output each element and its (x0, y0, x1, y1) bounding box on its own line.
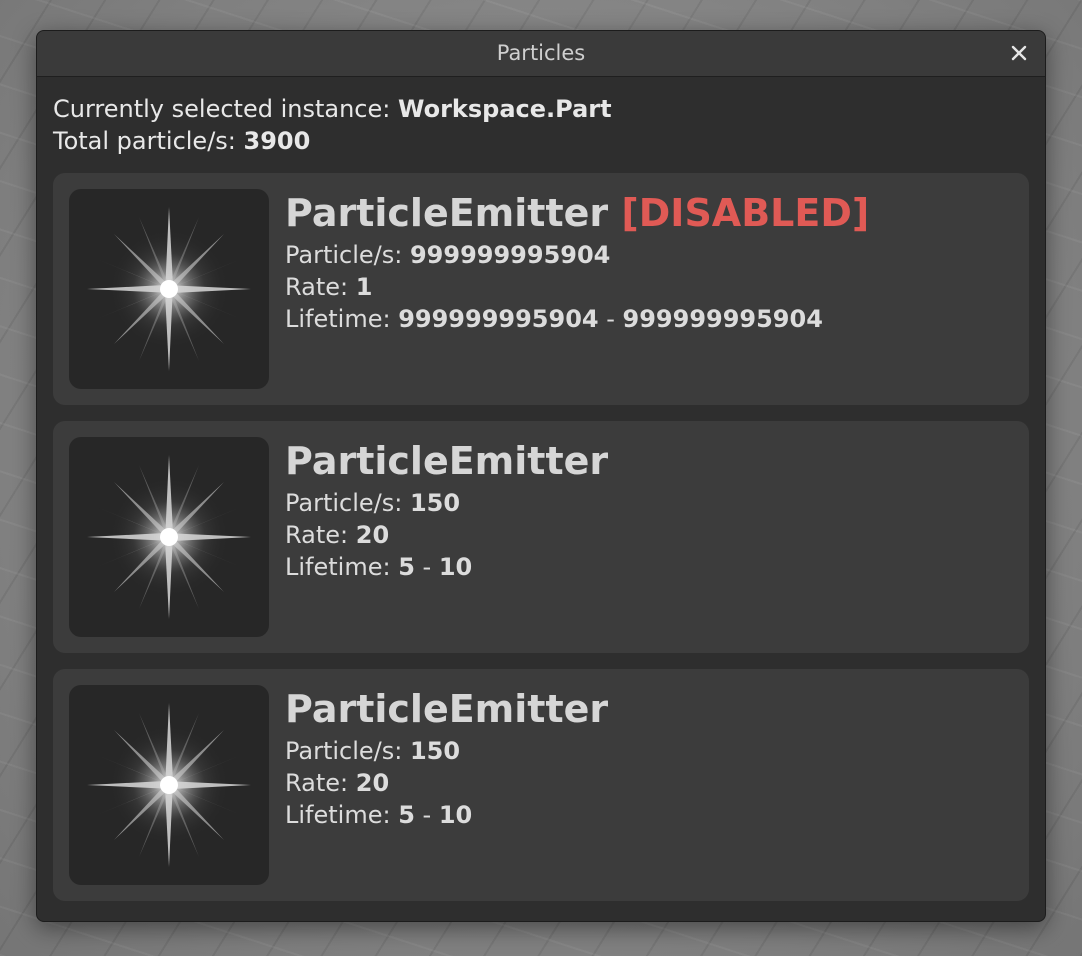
particles-label: Particle/s: (285, 489, 410, 517)
total-particles-value: 3900 (243, 127, 311, 155)
rate-row: Rate: 20 (285, 519, 1013, 551)
lifetime-label: Lifetime: (285, 305, 399, 333)
particles-per-second-row: Particle/s: 150 (285, 487, 1013, 519)
emitter-details: ParticleEmitter Particle/s: 150 Rate: 20… (285, 683, 1013, 831)
emitter-card[interactable]: ParticleEmitter Particle/s: 150 Rate: 20… (53, 669, 1029, 901)
lifetime-min: 999999995904 (398, 305, 599, 333)
lifetime-separator: - (598, 305, 623, 333)
lifetime-max: 10 (438, 801, 473, 829)
particles-label: Particle/s: (285, 241, 410, 269)
close-icon (1011, 45, 1027, 61)
total-particles-label: Total particle/s: (53, 127, 244, 155)
lifetime-row: Lifetime: 999999995904 - 999999995904 (285, 303, 1013, 335)
emitter-title: ParticleEmitter (285, 435, 1013, 487)
emitter-name: ParticleEmitter (285, 439, 609, 483)
lifetime-separator: - (414, 553, 439, 581)
particles-per-second-row: Particle/s: 999999995904 (285, 239, 1013, 271)
particles-label: Particle/s: (285, 737, 410, 765)
window-title: Particles (496, 41, 586, 65)
emitter-thumbnail (69, 437, 269, 637)
rate-value: 1 (355, 273, 373, 301)
particles-window: Particles Currently selected instance: W… (36, 30, 1046, 922)
selected-instance-label: Currently selected instance: (53, 95, 398, 123)
emitter-details: ParticleEmitter Particle/s: 150 Rate: 20… (285, 435, 1013, 583)
selected-instance-line: Currently selected instance: Workspace.P… (53, 93, 612, 125)
particles-value: 999999995904 (409, 241, 611, 269)
emitter-name: ParticleEmitter (285, 687, 609, 731)
emitter-details: ParticleEmitter [DISABLED] Particle/s: 9… (285, 187, 1013, 335)
lifetime-row: Lifetime: 5 - 10 (285, 799, 1013, 831)
window-titlebar[interactable]: Particles (37, 31, 1045, 77)
sparkle-icon (87, 207, 251, 371)
summary-info: Currently selected instance: Workspace.P… (53, 93, 612, 157)
selected-instance-value: Workspace.Part (397, 95, 612, 123)
rate-row: Rate: 1 (285, 271, 1013, 303)
rate-label: Rate: (285, 769, 356, 797)
emitter-card[interactable]: ParticleEmitter [DISABLED] Particle/s: 9… (53, 173, 1029, 405)
rate-label: Rate: (285, 521, 356, 549)
sparkle-icon (87, 703, 251, 867)
emitter-card[interactable]: ParticleEmitter Particle/s: 150 Rate: 20… (53, 421, 1029, 653)
lifetime-max: 10 (438, 553, 473, 581)
disabled-status: [DISABLED] (621, 191, 870, 235)
lifetime-min: 5 (398, 801, 415, 829)
particles-per-second-row: Particle/s: 150 (285, 735, 1013, 767)
emitter-thumbnail (69, 685, 269, 885)
rate-value: 20 (355, 769, 390, 797)
rate-row: Rate: 20 (285, 767, 1013, 799)
particles-value: 150 (409, 737, 461, 765)
emitter-list[interactable]: ParticleEmitter [DISABLED] Particle/s: 9… (53, 173, 1029, 917)
emitter-thumbnail (69, 189, 269, 389)
lifetime-label: Lifetime: (285, 553, 399, 581)
emitter-title: ParticleEmitter (285, 683, 1013, 735)
emitter-name: ParticleEmitter (285, 191, 609, 235)
lifetime-max: 999999995904 (622, 305, 823, 333)
lifetime-label: Lifetime: (285, 801, 399, 829)
close-button[interactable] (1007, 41, 1031, 65)
rate-value: 20 (355, 521, 390, 549)
particles-value: 150 (409, 489, 461, 517)
lifetime-row: Lifetime: 5 - 10 (285, 551, 1013, 583)
emitter-title: ParticleEmitter [DISABLED] (285, 187, 1013, 239)
total-particles-line: Total particle/s: 3900 (53, 125, 612, 157)
lifetime-separator: - (414, 801, 439, 829)
lifetime-min: 5 (398, 553, 415, 581)
sparkle-icon (87, 455, 251, 619)
rate-label: Rate: (285, 273, 356, 301)
